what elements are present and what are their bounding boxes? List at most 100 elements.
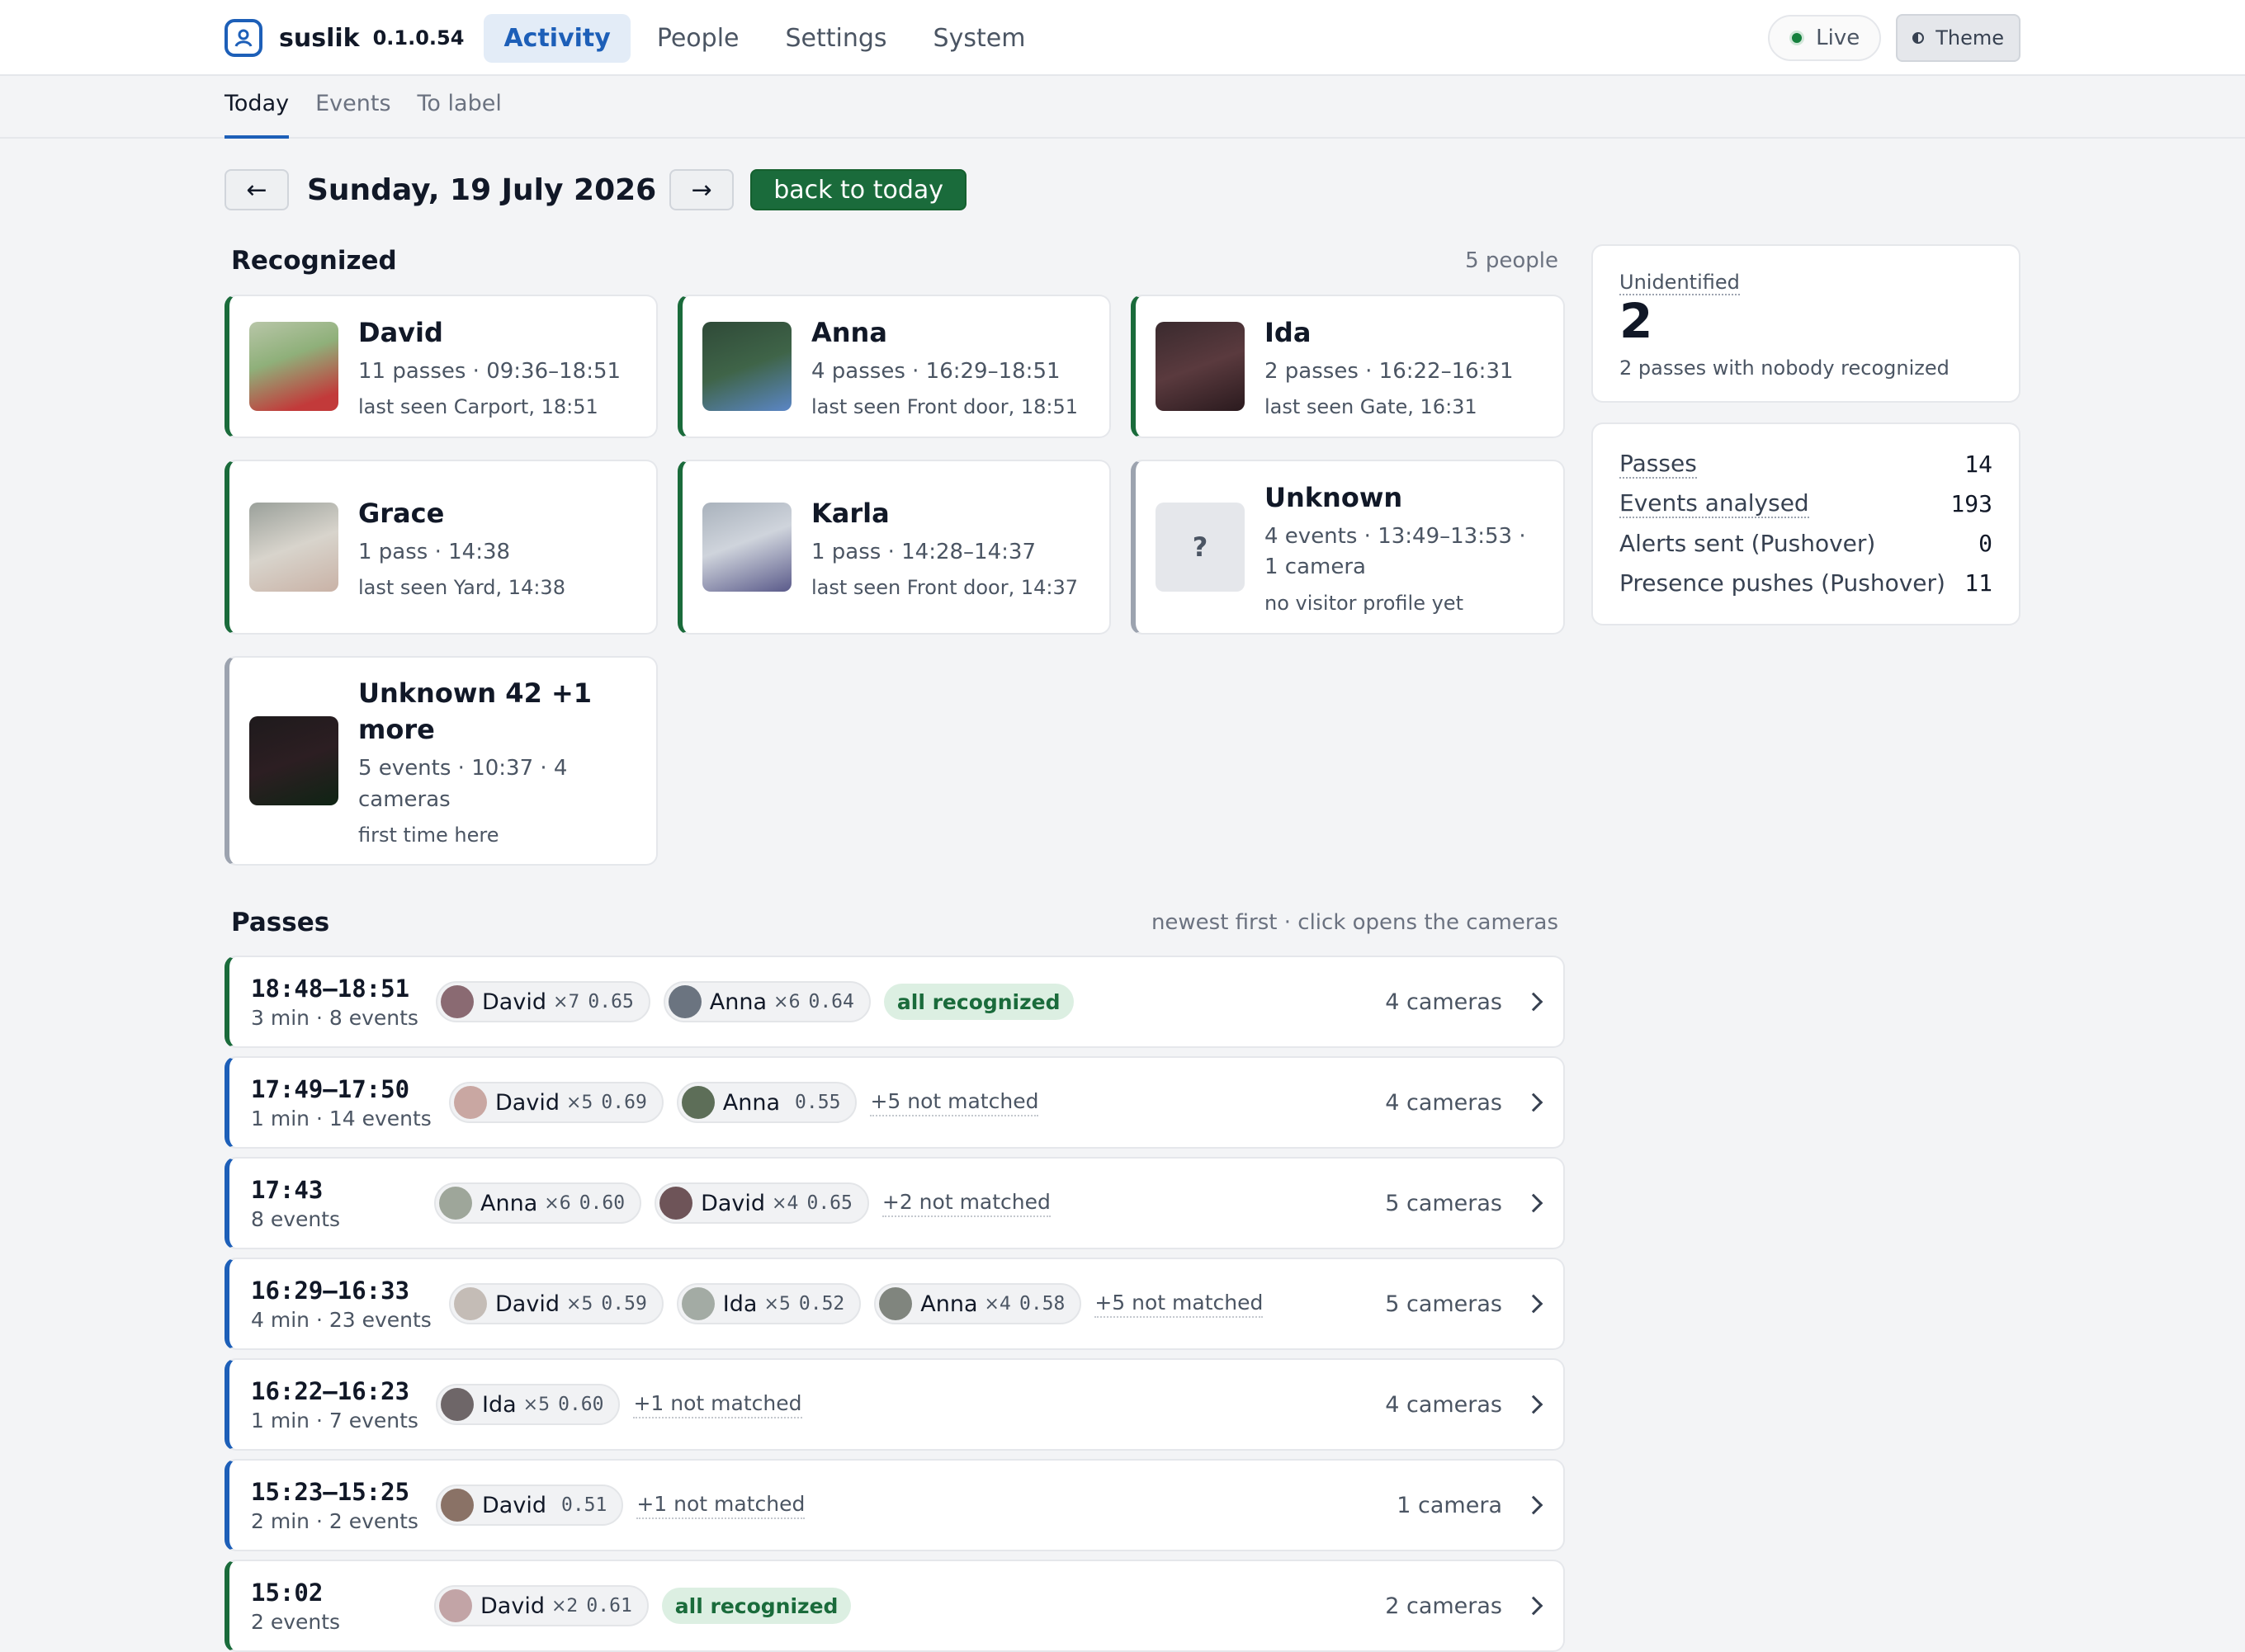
date-title: Sunday, 19 July 2026 [307, 172, 657, 207]
chip-count: ×4 [984, 1293, 1011, 1315]
date-navigator: ← Sunday, 19 July 2026 → back to today [224, 169, 967, 210]
chevron-right-icon[interactable] [1524, 992, 1543, 1012]
pass-row[interactable]: 16:22–16:23 1 min · 7 events Ida ×5 0.60 +1… [224, 1358, 1565, 1451]
person-note: no visitor profile yet [1264, 592, 1463, 616]
stat-value: 11 [1964, 569, 1992, 597]
chevron-right-icon[interactable] [1524, 1294, 1543, 1314]
back-to-today-button[interactable]: back to today [750, 169, 967, 210]
person-card-karla[interactable]: Karla 1 pass · 14:28–14:37 last seen Fro… [678, 460, 1111, 635]
app-logo-icon[interactable] [224, 19, 262, 57]
person-chip[interactable]: David ×2 0.61 [434, 1585, 649, 1626]
chip-name: David [701, 1190, 766, 1216]
avatar [681, 1086, 715, 1119]
person-chip[interactable]: Anna 0.55 [676, 1082, 858, 1123]
person-chip[interactable]: David ×7 0.65 [436, 981, 650, 1022]
next-day-button[interactable]: → [669, 169, 735, 210]
pass-row[interactable]: 16:29–16:33 4 min · 23 events David ×5 0.59… [224, 1258, 1565, 1350]
unmatched-count[interactable]: +2 not matched [881, 1190, 1051, 1217]
person-name: Grace [358, 497, 445, 529]
stat-value: 0 [1978, 529, 1992, 557]
pass-detail: 8 events [251, 1206, 341, 1231]
tab-events[interactable]: Events [315, 76, 390, 139]
chevron-right-icon[interactable] [1524, 1193, 1543, 1213]
person-chip[interactable]: David 0.51 [436, 1484, 624, 1526]
person-chip[interactable]: David ×4 0.65 [655, 1182, 869, 1224]
person-chip[interactable]: David ×5 0.59 [449, 1283, 664, 1324]
avatar [681, 1287, 715, 1320]
stat-row: Events analysed 193 [1619, 484, 1992, 523]
nav-system[interactable]: System [914, 14, 1046, 63]
person-card-anna[interactable]: Anna 4 passes · 16:29–18:51 last seen Fr… [678, 295, 1111, 438]
pass-row[interactable]: 17:49–17:50 1 min · 14 events David ×5 0.69… [224, 1056, 1565, 1149]
chevron-right-icon[interactable] [1524, 1093, 1543, 1112]
pass-detail: 4 min · 23 events [251, 1307, 432, 1332]
avatar [441, 1388, 474, 1421]
person-card-david[interactable]: David 11 passes · 09:36–18:51 last seen … [224, 295, 658, 438]
unmatched-count[interactable]: +5 not matched [1094, 1291, 1264, 1318]
nav-people[interactable]: People [637, 14, 759, 63]
avatar [454, 1086, 487, 1119]
person-last-seen: last seen Gate, 16:31 [1264, 395, 1477, 419]
chip-count: ×2 [551, 1595, 579, 1617]
chip-name: Anna [709, 989, 768, 1015]
chevron-right-icon[interactable] [1524, 1495, 1543, 1515]
person-card-ida[interactable]: Ida 2 passes · 16:22–16:31 last seen Gat… [1131, 295, 1565, 438]
half-moon-icon [1912, 32, 1925, 44]
chip-name: Ida [722, 1291, 758, 1317]
pass-row[interactable]: 15:02 2 events David ×2 0.61 all recognized… [224, 1560, 1565, 1652]
avatar [1156, 322, 1245, 411]
person-chip[interactable]: Ida ×5 0.52 [676, 1283, 862, 1324]
person-passes: 2 passes · 16:22–16:31 [1264, 358, 1514, 384]
chip-score: 0.55 [795, 1092, 841, 1113]
theme-button[interactable]: Theme [1896, 14, 2020, 62]
chip-name: David [495, 1291, 560, 1317]
pass-row[interactable]: 15:23–15:25 2 min · 2 events David 0.51 +1… [224, 1459, 1565, 1551]
chip-score: 0.58 [1019, 1293, 1066, 1315]
unidentified-value: 2 [1619, 293, 1653, 349]
unidentified-card[interactable]: Unidentified 2 2 passes with nobody reco… [1591, 244, 2020, 403]
chip-name: David [482, 989, 546, 1015]
unidentified-label: Unidentified [1619, 271, 1740, 295]
pass-detail: 3 min · 8 events [251, 1005, 418, 1030]
pass-detail: 2 events [251, 1609, 341, 1634]
status-badge: all recognized [883, 984, 1074, 1020]
unmatched-count[interactable]: +5 not matched [870, 1089, 1039, 1116]
chip-score: 0.51 [560, 1494, 607, 1516]
pass-row[interactable]: 18:48–18:51 3 min · 8 events David ×7 0.65 … [224, 956, 1565, 1048]
nav-settings[interactable]: Settings [766, 14, 907, 63]
tab-today[interactable]: Today [224, 76, 290, 139]
person-name: Ida [1264, 316, 1312, 348]
nav-activity[interactable]: Activity [484, 13, 631, 63]
avatar [702, 322, 792, 411]
chip-name: Anna [722, 1089, 781, 1116]
recognized-count: 5 people [1465, 248, 1558, 273]
unmatched-count[interactable]: +1 not matched [633, 1391, 802, 1418]
avatar [249, 322, 338, 411]
person-chip[interactable]: Ida ×5 0.60 [436, 1384, 621, 1425]
pass-row[interactable]: 17:43 8 events Anna ×6 0.60 David ×4 0.65 +2 … [224, 1157, 1565, 1249]
person-chip[interactable]: David ×5 0.69 [449, 1082, 664, 1123]
app-name: suslik [279, 23, 360, 53]
previous-day-button[interactable]: ← [224, 169, 289, 210]
person-chip[interactable]: Anna ×6 0.60 [434, 1182, 642, 1224]
live-dot-icon [1789, 31, 1805, 45]
person-events: 4 events · 13:49–13:53 · [1264, 523, 1526, 549]
unmatched-count[interactable]: +1 not matched [636, 1492, 806, 1519]
chevron-right-icon[interactable] [1524, 1395, 1543, 1414]
chip-count: ×6 [773, 991, 801, 1012]
pass-time: 18:48–18:51 [251, 974, 410, 1003]
person-card-grace[interactable]: Grace 1 pass · 14:38 last seen Yard, 14:… [224, 460, 658, 635]
pass-cameras: 4 cameras [1385, 1391, 1502, 1418]
chevron-right-icon[interactable] [1524, 1596, 1543, 1616]
person-events: 5 events · 10:37 · 4 [358, 756, 568, 781]
pass-time: 15:02 [251, 1578, 324, 1607]
person-chip[interactable]: Anna ×4 0.58 [874, 1283, 1082, 1324]
person-card-unknown[interactable]: ? Unknown 4 events · 13:49–13:53 · 1 cam… [1131, 460, 1565, 635]
avatar [454, 1287, 487, 1320]
person-card-unknown-42[interactable]: Unknown 42 +1 more 5 events · 10:37 · 4 … [224, 656, 658, 866]
live-indicator[interactable]: Live [1768, 15, 1882, 61]
person-chip[interactable]: Anna ×6 0.64 [663, 981, 871, 1022]
stat-value: 193 [1950, 489, 1992, 517]
tab-to-label[interactable]: To label [418, 76, 502, 139]
chip-score: 0.52 [798, 1293, 845, 1315]
